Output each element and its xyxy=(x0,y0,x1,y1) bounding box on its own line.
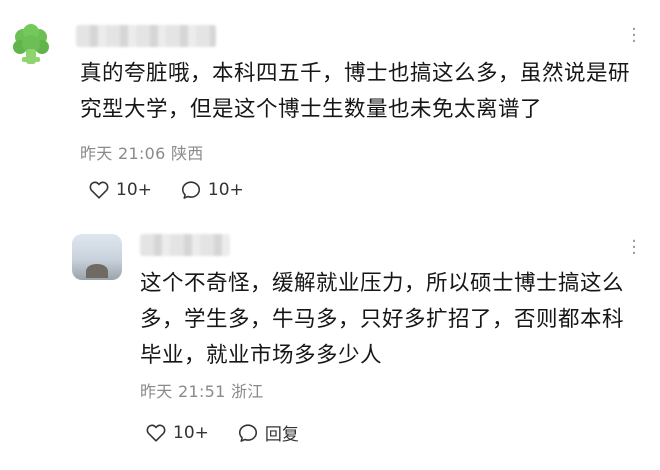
comment-meta: 昨天 21:51 浙江 xyxy=(140,378,264,402)
like-count: 10+ xyxy=(116,180,152,200)
heart-icon xyxy=(146,424,166,442)
comment-location: 陕西 xyxy=(171,144,204,163)
comment-meta: 昨天 21:06 陕西 xyxy=(80,140,204,164)
comment-item: · · · 真的夸脏哦，本科四五千，博士也搞这么多，虽然说是研究型大学，但是这个博士… xyxy=(0,0,660,222)
more-options-icon[interactable]: · · · xyxy=(630,233,638,263)
username-blurred[interactable] xyxy=(140,234,230,256)
comment-actions: 10+ 10+ xyxy=(88,179,272,201)
heart-icon xyxy=(89,181,109,199)
comment-bubble-icon xyxy=(238,423,257,442)
comment-time: 昨天 21:06 xyxy=(80,144,166,163)
reply-button[interactable]: 10+ xyxy=(180,179,244,201)
username-blurred[interactable] xyxy=(76,25,216,47)
more-options-icon[interactable]: · · · xyxy=(630,21,638,51)
comment-text: 这个不奇怪，缓解就业压力，所以硕士博士搞这么多，学生多，牛马多，只好多扩招了，否… xyxy=(140,271,625,368)
avatar[interactable] xyxy=(72,234,122,280)
comment-actions: 10+ 回复 xyxy=(145,420,327,445)
like-count: 10+ xyxy=(173,422,209,443)
broccoli-icon xyxy=(13,24,49,64)
comment-time: 昨天 21:51 xyxy=(140,382,226,401)
comment-bubble-icon xyxy=(181,181,200,199)
comment-text: 真的夸脏哦，本科四五千，博士也搞这么多，虽然说是研究型大学，但是这个博士生数量也… xyxy=(80,61,631,122)
like-button[interactable]: 10+ xyxy=(88,179,152,201)
reply-button[interactable]: 回复 xyxy=(237,420,299,445)
avatar[interactable] xyxy=(8,22,54,68)
reply-label: 回复 xyxy=(264,425,299,445)
reply-count: 10+ xyxy=(207,180,244,200)
comment-location: 浙江 xyxy=(231,382,264,401)
reply-item: · · · 这个不奇怪，缓解就业压力，所以硕士博士搞这么多，学生多，牛马多，只好多扩… xyxy=(0,222,660,470)
like-button[interactable]: 10+ xyxy=(145,422,209,444)
